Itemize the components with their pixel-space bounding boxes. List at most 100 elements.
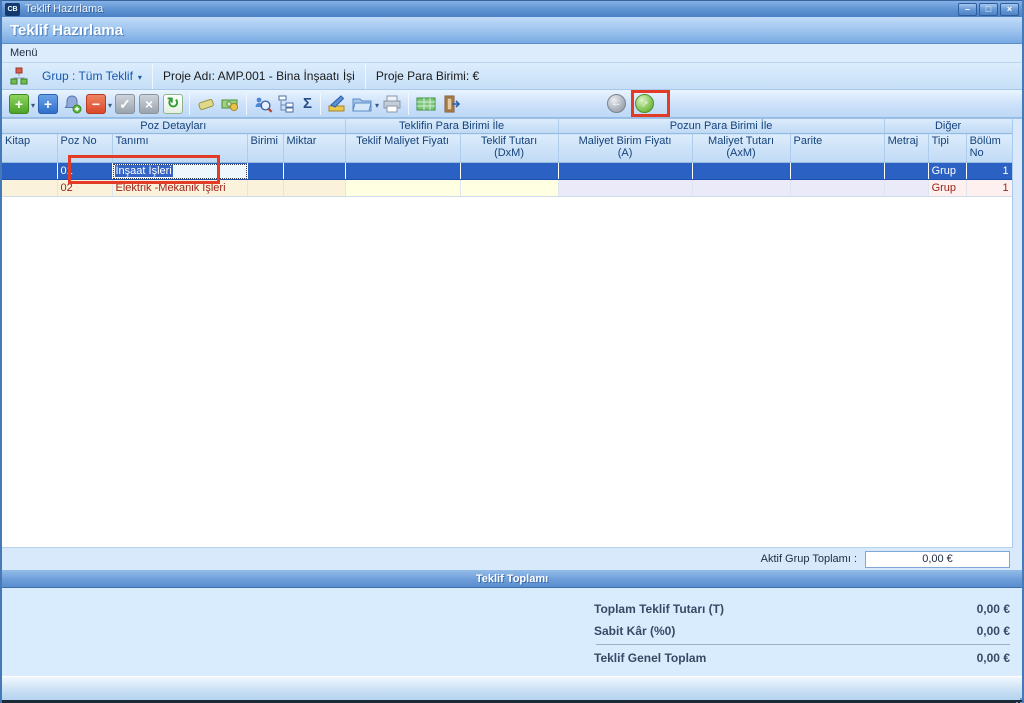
col-label: Teklif Tutarı	[464, 135, 555, 147]
col-teklif-maliyet[interactable]: Teklif Maliyet Fiyatı	[345, 134, 460, 163]
folder-dropdown-icon[interactable]: ▾	[375, 101, 379, 110]
toolbar: + ▾ + − ▾ ✓ × ↻	[2, 90, 1022, 118]
inline-edit-box[interactable]: İnşaat İşleri	[113, 164, 247, 179]
cell-metraj[interactable]	[884, 163, 928, 180]
add-button[interactable]: +	[9, 94, 29, 114]
cell-maliyet-tutari[interactable]	[692, 180, 790, 197]
vertical-scrollbar[interactable]	[1012, 119, 1022, 548]
separator	[189, 93, 190, 115]
column-header-row: Kitap Poz No Tanımı Birimi Miktar Teklif…	[2, 134, 1012, 163]
cell-bolum-no[interactable]: 1	[966, 180, 1012, 197]
col-sublabel: No	[970, 147, 1009, 159]
cell-miktar[interactable]	[283, 180, 345, 197]
open-folder-icon[interactable]	[351, 94, 373, 114]
col-sublabel: (DxM)	[464, 147, 555, 159]
separator	[408, 93, 409, 115]
col-metraj[interactable]: Metraj	[884, 134, 928, 163]
window-title: Teklif Hazırlama	[25, 3, 103, 15]
total-label: Teklif Genel Toplam	[594, 651, 706, 665]
eraser-icon[interactable]	[196, 94, 216, 114]
cell-metraj[interactable]	[884, 180, 928, 197]
cell-tanimi-editor[interactable]: İnşaat İşleri	[112, 163, 247, 180]
total-value: 0,00 €	[977, 602, 1010, 616]
title-bar: CB Teklif Hazırlama – □ ×	[2, 0, 1022, 17]
col-maliyet-tutari[interactable]: Maliyet Tutarı(AxM)	[692, 134, 790, 163]
search-poz-icon[interactable]	[253, 94, 273, 114]
cell-birimi[interactable]	[247, 163, 283, 180]
cell-maliyet-birim[interactable]	[558, 180, 692, 197]
apply-button[interactable]: ✓	[115, 94, 135, 114]
cell-kitap[interactable]	[2, 163, 57, 180]
cell-miktar[interactable]	[283, 163, 345, 180]
refresh-button[interactable]: ↻	[163, 94, 183, 114]
cell-parite[interactable]	[790, 163, 884, 180]
remove-dropdown-icon[interactable]: ▾	[108, 101, 112, 110]
navigate-back-button[interactable]: ←	[607, 94, 626, 113]
col-birimi[interactable]: Birimi	[247, 134, 283, 163]
aktif-grup-band: Aktif Grup Toplamı : 0,00 €	[2, 547, 1022, 570]
cell-tanimi[interactable]: Elektrik -Mekanik İşleri	[112, 180, 247, 197]
resize-grip-icon[interactable]	[1016, 694, 1018, 696]
cell-tipi[interactable]: Grup	[928, 163, 966, 180]
col-parite[interactable]: Parite	[790, 134, 884, 163]
group-selector[interactable]: Grup : Tüm Teklif	[42, 69, 133, 83]
cell-poz-no[interactable]: 02	[57, 180, 112, 197]
cell-maliyet-birim[interactable]	[558, 163, 692, 180]
table-row[interactable]: 02 Elektrik -Mekanik İşleri Grup 1	[2, 180, 1012, 197]
totals-panel: Toplam Teklif Tutarı (T) 0,00 € Sabit Kâ…	[2, 588, 1022, 676]
col-label: Bölüm	[970, 135, 1009, 147]
print-icon[interactable]	[382, 94, 402, 114]
separator	[320, 93, 321, 115]
band-poz-detaylari[interactable]: Poz Detayları	[2, 119, 345, 134]
cancel-button[interactable]: ×	[139, 94, 159, 114]
col-bolum-no[interactable]: BölümNo	[966, 134, 1012, 163]
band-teklif-para[interactable]: Teklifin Para Birimi İle	[345, 119, 558, 134]
forward-arrow-icon: →	[637, 96, 653, 112]
cell-bolum-no[interactable]: 1	[966, 163, 1012, 180]
band-diger[interactable]: Diğer	[884, 119, 1012, 134]
cell-teklif-tutari[interactable]	[460, 180, 558, 197]
poz-grid: Poz Detayları Teklifin Para Birimi İle P…	[2, 118, 1022, 547]
table-row-selected[interactable]: 01 İnşaat İşleri Grup 1	[2, 163, 1012, 180]
measurement-edit-icon[interactable]	[327, 94, 347, 114]
close-button[interactable]: ×	[1000, 3, 1019, 16]
context-bar: Grup : Tüm Teklif ▾ Proje Adı: AMP.001 -…	[2, 63, 1022, 90]
cell-maliyet-tutari[interactable]	[692, 163, 790, 180]
col-teklif-tutari[interactable]: Teklif Tutarı(DxM)	[460, 134, 558, 163]
col-maliyet-birim[interactable]: Maliyet Birim Fiyatı(A)	[558, 134, 692, 163]
total-value: 0,00 €	[977, 624, 1010, 638]
cell-teklif-maliyet[interactable]	[345, 163, 460, 180]
col-poz-no[interactable]: Poz No	[57, 134, 112, 163]
col-tipi[interactable]: Tipi	[928, 134, 966, 163]
col-tanimi[interactable]: Tanımı	[112, 134, 247, 163]
col-miktar[interactable]: Miktar	[283, 134, 345, 163]
total-row-teklif-tutari: Toplam Teklif Tutarı (T) 0,00 €	[2, 598, 1022, 620]
menu-item-menu[interactable]: Menü	[10, 47, 38, 59]
add-dropdown-icon[interactable]: ▾	[31, 101, 35, 110]
cell-poz-no[interactable]: 01	[57, 163, 112, 180]
reminder-add-icon[interactable]	[62, 94, 82, 114]
sum-icon[interactable]: Σ	[303, 95, 312, 112]
table-money-icon[interactable]	[415, 94, 437, 114]
minimize-button[interactable]: –	[958, 3, 977, 16]
chevron-down-icon[interactable]: ▾	[138, 73, 142, 82]
page-title: Teklif Hazırlama	[10, 22, 123, 39]
currency-icon[interactable]	[220, 94, 240, 114]
cell-kitap[interactable]	[2, 180, 57, 197]
cell-teklif-maliyet[interactable]	[345, 180, 460, 197]
form-caption: Teklif Hazırlama	[2, 17, 1022, 44]
maximize-button[interactable]: □	[979, 3, 998, 16]
total-label: Sabit Kâr (%0)	[594, 624, 675, 638]
add-child-button[interactable]: +	[38, 94, 58, 114]
cell-birimi[interactable]	[247, 180, 283, 197]
total-label: Toplam Teklif Tutarı (T)	[594, 602, 724, 616]
tree-view-icon[interactable]	[277, 94, 297, 114]
col-kitap[interactable]: Kitap	[2, 134, 57, 163]
exit-door-icon[interactable]	[441, 94, 461, 114]
band-pozun-para[interactable]: Pozun Para Birimi İle	[558, 119, 884, 134]
navigate-forward-button[interactable]: →	[635, 94, 654, 113]
cell-tipi[interactable]: Grup	[928, 180, 966, 197]
cell-parite[interactable]	[790, 180, 884, 197]
cell-teklif-tutari[interactable]	[460, 163, 558, 180]
remove-button[interactable]: −	[86, 94, 106, 114]
